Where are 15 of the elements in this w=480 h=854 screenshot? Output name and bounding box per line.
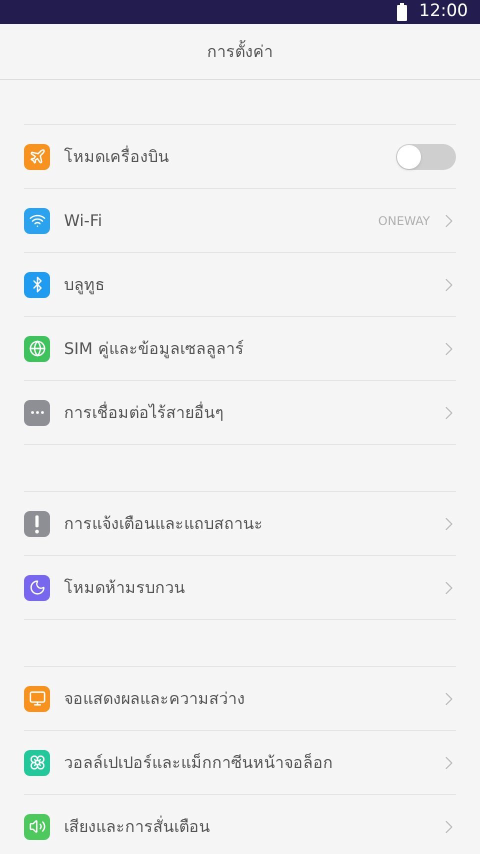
battery-icon [397, 3, 407, 21]
setting-label[interactable]: บลูทูธ [64, 272, 438, 296]
setting-label[interactable]: วอลล์เปเปอร์และแม็กกาซีนหน้าจอล็อก [64, 750, 438, 774]
setting-label[interactable]: โหมดเครื่องบิน [64, 144, 396, 168]
setting-label[interactable]: SIM คู่และข้อมูลเซลลูลาร์ [64, 336, 438, 360]
page-title: การตั้งค่า [207, 40, 273, 62]
setting-label[interactable]: การแจ้งเตือนและแถบสถานะ [64, 512, 438, 536]
setting-label[interactable]: เสียงและการสั่นเตือน [64, 814, 438, 838]
setting-label[interactable]: Wi-Fi [64, 208, 378, 232]
setting-label[interactable]: การเชื่อมต่อไร้สายอื่นๆ [64, 400, 438, 424]
setting-label[interactable]: โหมดห้ามรบกวน [64, 576, 438, 600]
setting-label[interactable]: จอแสดงผลและความสว่าง [64, 686, 438, 710]
current-value: ONEWAY [378, 212, 430, 230]
toggle-switch[interactable] [396, 144, 456, 170]
clock-time: 12:00 [419, 0, 468, 24]
